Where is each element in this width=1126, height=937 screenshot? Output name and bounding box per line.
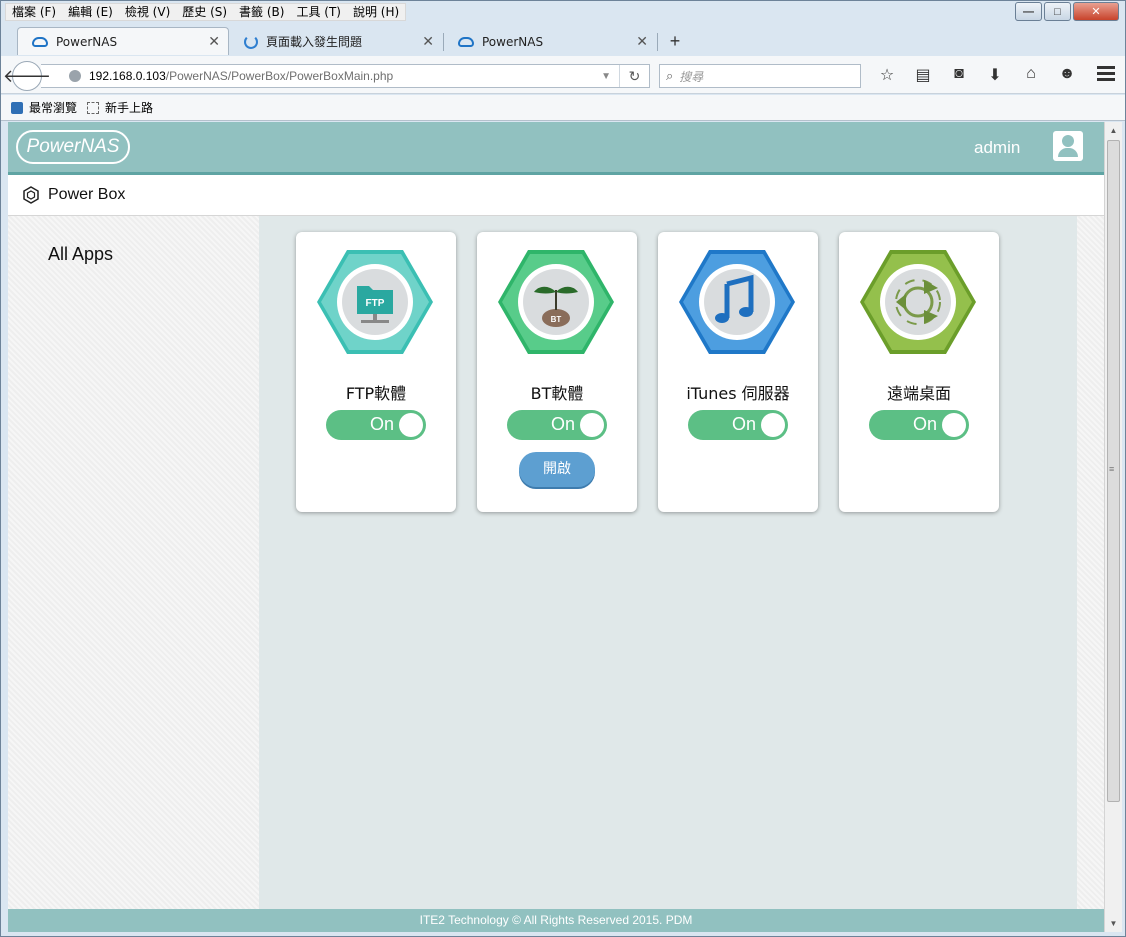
address-bar[interactable]: 192.168.0.103/PowerNAS/PowerBox/PowerBox… — [41, 64, 650, 88]
app-card-bt: BT BT軟體 On 開啟 — [477, 232, 637, 512]
app-toggle-remote-desktop[interactable]: On — [869, 410, 969, 440]
svg-text:BT: BT — [551, 315, 562, 324]
toggle-label: On — [370, 414, 395, 434]
powernas-logo[interactable]: PowerNAS — [16, 130, 130, 164]
sidebar-item-all-apps[interactable]: All Apps — [48, 244, 113, 265]
toggle-knob — [580, 413, 604, 437]
tab-title: PowerNAS — [56, 34, 118, 49]
app-card-remote-desktop: 遠端桌面 On — [839, 232, 999, 512]
scroll-down-icon[interactable]: ▼ — [1105, 915, 1122, 932]
app-card-itunes: iTunes 伺服器 On — [658, 232, 818, 512]
menu-view[interactable]: 檢視 (V) — [119, 4, 176, 20]
open-bt-button[interactable]: 開啟 — [519, 452, 595, 487]
app-toggle-ftp[interactable]: On — [326, 410, 426, 440]
toggle-knob — [761, 413, 785, 437]
web-page: PowerNAS admin Power Box All Apps FTP FT… — [8, 122, 1104, 932]
bookmark-label: 新手上路 — [105, 101, 154, 115]
scroll-grip-icon: ≡ — [1109, 464, 1115, 474]
tab-strip: PowerNAS ✕ 頁面載入發生問題 ✕ PowerNAS ✕ + — [17, 27, 692, 55]
app-card-ftp: FTP FTP軟體 On — [296, 232, 456, 512]
app-name: BT軟體 — [530, 384, 584, 403]
close-tab-icon[interactable]: ✕ — [636, 33, 648, 50]
vertical-scrollbar[interactable]: ▲ ≡ ▼ — [1104, 122, 1122, 932]
cloud-icon — [32, 36, 48, 47]
close-window-button[interactable]: ✕ — [1073, 2, 1119, 21]
tab-title: PowerNAS — [482, 34, 544, 49]
bookmark-label: 最常瀏覽 — [29, 101, 78, 115]
app-name: FTP軟體 — [345, 384, 407, 403]
power-box-icon — [23, 186, 39, 204]
reading-list-icon[interactable]: ▤ — [905, 65, 941, 85]
cloud-icon — [458, 36, 474, 47]
back-button[interactable]: 🡐 — [3, 61, 51, 91]
navigation-toolbar: 192.168.0.103/PowerNAS/PowerBox/PowerBox… — [1, 56, 1125, 94]
page-title: Power Box — [48, 186, 126, 203]
minimize-button[interactable]: — — [1015, 2, 1042, 21]
reload-icon[interactable]: ↻ — [619, 65, 649, 87]
search-input[interactable]: ⌕ 搜尋 — [659, 64, 861, 88]
sidebar: All Apps — [8, 216, 259, 909]
search-icon: ⌕ — [666, 68, 674, 83]
bookmark-getting-started[interactable]: 新手上路 — [87, 99, 153, 116]
logo-text: PowerNAS — [26, 136, 120, 157]
bookmarks-bar: 最常瀏覽 新手上路 — [1, 95, 1125, 121]
maximize-button[interactable]: □ — [1044, 2, 1071, 21]
close-tab-icon[interactable]: ✕ — [208, 33, 220, 50]
remote-desktop-icon — [860, 250, 976, 354]
right-margin — [1077, 216, 1104, 909]
username[interactable]: admin — [974, 138, 1020, 158]
bt-sprout-icon: BT — [498, 250, 614, 354]
menu-hamburger-icon[interactable] — [1097, 66, 1115, 84]
dropdown-arrow-icon[interactable]: ▼ — [601, 71, 611, 82]
menu-bar: 檔案 (F) 編輯 (E) 檢視 (V) 歷史 (S) 書籤 (B) 工具 (T… — [5, 3, 407, 21]
app-name: 遠端桌面 — [886, 384, 951, 403]
menu-file[interactable]: 檔案 (F) — [6, 4, 62, 20]
menu-tools[interactable]: 工具 (T) — [290, 4, 347, 20]
toggle-label: On — [551, 414, 576, 434]
tab-load-error[interactable]: 頁面載入發生問題 ✕ — [230, 28, 442, 55]
toggle-label: On — [913, 414, 938, 434]
scroll-up-icon[interactable]: ▲ — [1105, 122, 1122, 139]
download-icon[interactable]: ⬇ — [977, 65, 1013, 85]
breadcrumb: Power Box — [8, 175, 1104, 216]
menu-bookmarks[interactable]: 書籤 (B) — [233, 4, 290, 20]
globe-icon — [69, 70, 81, 82]
bookmark-most-visited[interactable]: 最常瀏覽 — [11, 99, 77, 116]
toggle-knob — [399, 413, 423, 437]
app-name: iTunes 伺服器 — [686, 384, 790, 403]
apps-panel: FTP FTP軟體 On BT BT軟體 On 開啟 iTunes 伺服器 On… — [259, 216, 1077, 909]
browser-window: 檔案 (F) 編輯 (E) 檢視 (V) 歷史 (S) 書籤 (B) 工具 (T… — [0, 0, 1126, 937]
music-note-icon — [679, 250, 795, 354]
url-host: 192.168.0.103 — [89, 69, 166, 83]
toolbar-icons: ☆ ▤ ◙ ⬇ ⌂ ☻ — [869, 65, 1085, 85]
bookmark-star-icon[interactable]: ☆ — [869, 65, 905, 85]
menu-help[interactable]: 說明 (H) — [347, 4, 405, 20]
app-toggle-itunes[interactable]: On — [688, 410, 788, 440]
tab-powernas-1[interactable]: PowerNAS ✕ — [17, 27, 229, 55]
page-icon — [87, 101, 100, 114]
page-footer: ITE2 Technology © All Rights Reserved 20… — [8, 909, 1104, 932]
pocket-icon[interactable]: ◙ — [941, 65, 977, 85]
search-placeholder: 搜尋 — [679, 69, 704, 84]
loading-icon — [244, 34, 258, 49]
menu-edit[interactable]: 編輯 (E) — [62, 4, 119, 20]
ftp-icon: FTP — [317, 250, 433, 354]
new-tab-button[interactable]: + — [658, 28, 692, 55]
tab-powernas-2[interactable]: PowerNAS ✕ — [444, 28, 656, 55]
avatar-icon[interactable] — [1053, 131, 1083, 161]
svg-text:FTP: FTP — [366, 298, 385, 309]
toggle-label: On — [732, 414, 757, 434]
tab-title: 頁面載入發生問題 — [266, 35, 363, 49]
toggle-knob — [942, 413, 966, 437]
home-icon[interactable]: ⌂ — [1013, 65, 1049, 85]
app-toggle-bt[interactable]: On — [507, 410, 607, 440]
menu-history[interactable]: 歷史 (S) — [176, 4, 233, 20]
hello-chat-icon[interactable]: ☻ — [1049, 65, 1085, 85]
bookmark-folder-icon — [11, 101, 23, 114]
app-header: PowerNAS admin — [8, 122, 1104, 175]
window-controls: — □ ✕ — [1015, 2, 1119, 21]
close-tab-icon[interactable]: ✕ — [422, 33, 434, 50]
url-path: /PowerNAS/PowerBox/PowerBoxMain.php — [165, 69, 394, 83]
